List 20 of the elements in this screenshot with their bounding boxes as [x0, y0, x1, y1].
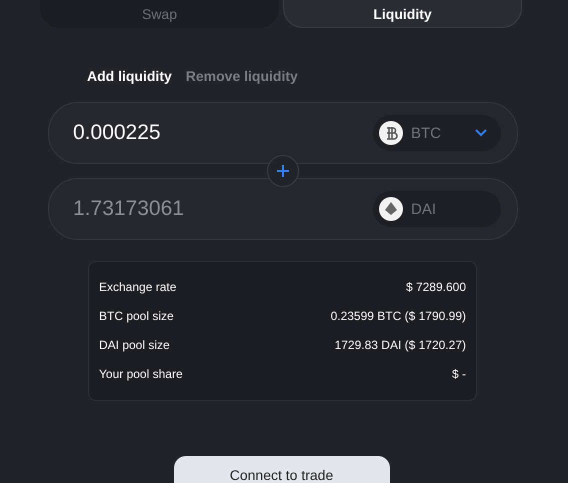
- tab[interactable]: Swap: [40, 0, 279, 28]
- coin-icon: [379, 121, 403, 145]
- info-value: 0.23599 BTC ($ 1790.99): [330, 308, 466, 322]
- info-value: 1729.83 DAI ($ 1720.27): [334, 338, 466, 352]
- amount-field[interactable]: 1.73173061 DAI: [48, 178, 518, 240]
- token-selector[interactable]: BTC: [373, 115, 501, 151]
- info-label: Your pool share: [99, 366, 183, 380]
- tab[interactable]: Liquidity: [283, 0, 522, 28]
- info-label: DAI pool size: [99, 338, 170, 352]
- info-value: $ 7289.600: [406, 280, 466, 294]
- amount-value: 0.000225: [73, 121, 162, 145]
- info-label: Exchange rate: [99, 280, 176, 294]
- amount-value: 1.73173061: [73, 197, 185, 221]
- amount-field[interactable]: 0.000225 BTC: [48, 102, 518, 164]
- connect-button[interactable]: Connect to trade: [174, 456, 390, 483]
- token-selector[interactable]: DAI: [373, 191, 501, 227]
- info-value: $ -: [452, 366, 466, 380]
- info-label: BTC pool size: [99, 308, 174, 322]
- tab[interactable]: Add liquidity: [87, 66, 172, 86]
- tab[interactable]: Remove liquidity: [186, 66, 298, 86]
